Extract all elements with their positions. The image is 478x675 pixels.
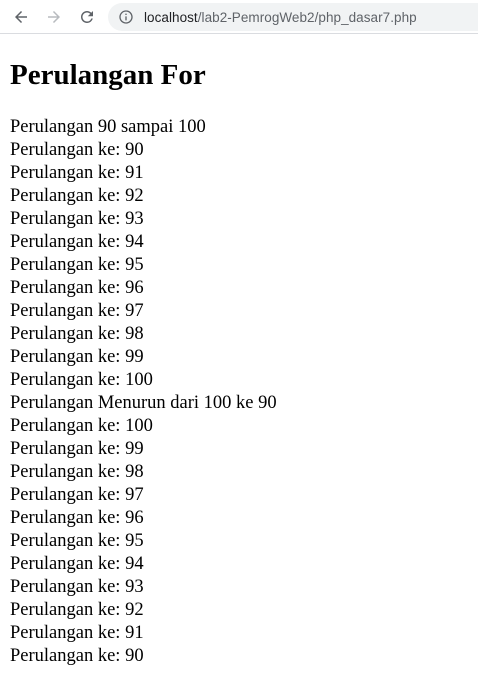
back-button[interactable] [7, 3, 35, 31]
url-host: localhost [144, 9, 198, 25]
output-line: Perulangan ke: 96 [10, 508, 144, 528]
info-icon[interactable] [118, 9, 134, 25]
output-line: Perulangan ke: 99 [10, 439, 144, 459]
address-bar[interactable]: localhost/lab2-PemrogWeb2/php_dasar7.php [108, 3, 478, 31]
output-line: Perulangan 90 sampai 100 [10, 117, 206, 137]
output-line: Perulangan ke: 100 [10, 370, 153, 390]
reload-button[interactable] [73, 3, 101, 31]
output-line: Perulangan ke: 92 [10, 600, 144, 620]
output-line: Perulangan ke: 98 [10, 324, 144, 344]
output-line: Perulangan ke: 94 [10, 554, 144, 574]
output-line: Perulangan ke: 96 [10, 278, 144, 298]
output-line: Perulangan ke: 95 [10, 255, 144, 275]
output-line: Perulangan ke: 94 [10, 232, 144, 252]
output-line: Perulangan ke: 97 [10, 301, 144, 321]
output-lines: Perulangan 90 sampai 100 Perulangan ke: … [10, 116, 470, 668]
arrow-left-icon [12, 8, 30, 26]
output-line: Perulangan ke: 93 [10, 209, 144, 229]
arrow-right-icon [45, 8, 63, 26]
output-line: Perulangan ke: 100 [10, 416, 153, 436]
output-line: Perulangan ke: 93 [10, 577, 144, 597]
url-text: localhost/lab2-PemrogWeb2/php_dasar7.php [144, 10, 417, 25]
output-line: Perulangan ke: 91 [10, 163, 144, 183]
url-path: /lab2-PemrogWeb2/php_dasar7.php [197, 9, 417, 25]
reload-icon [78, 8, 96, 26]
output-line: Perulangan ke: 90 [10, 140, 144, 160]
output-line: Perulangan ke: 90 [10, 646, 144, 666]
page-title: Perulangan For [10, 59, 206, 91]
forward-button[interactable] [40, 3, 68, 31]
page-content: Perulangan For Perulangan 90 sampai 100 … [10, 46, 470, 668]
browser-toolbar: localhost/lab2-PemrogWeb2/php_dasar7.php [0, 0, 478, 34]
output-line: Perulangan ke: 92 [10, 186, 144, 206]
output-line: Perulangan ke: 97 [10, 485, 144, 505]
output-line: Perulangan ke: 91 [10, 623, 144, 643]
output-line: Perulangan ke: 98 [10, 462, 144, 482]
output-line: Perulangan Menurun dari 100 ke 90 [10, 393, 277, 413]
output-line: Perulangan ke: 99 [10, 347, 144, 367]
output-line: Perulangan ke: 95 [10, 531, 144, 551]
